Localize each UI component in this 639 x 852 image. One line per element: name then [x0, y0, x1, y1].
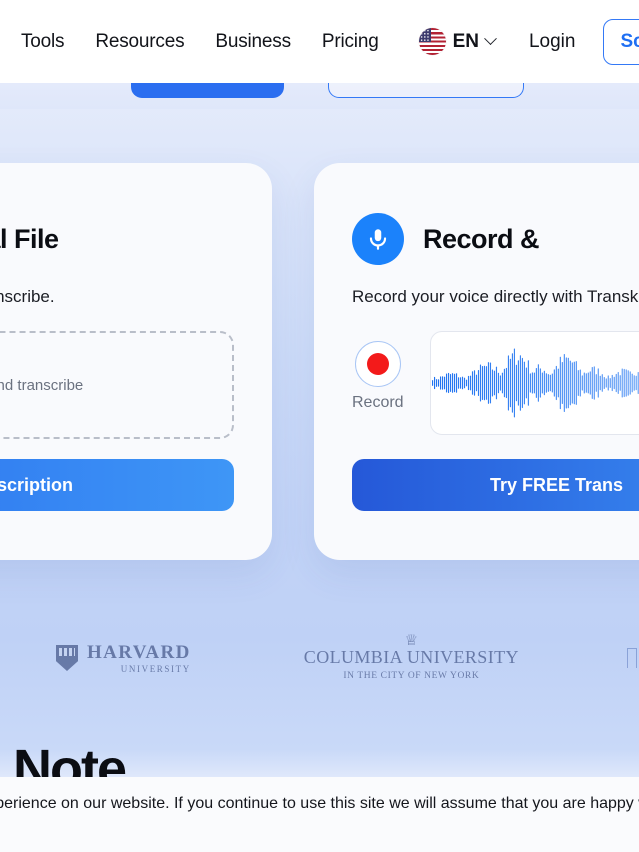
nav-pricing[interactable]: Pricing: [322, 31, 379, 53]
cookie-banner-text: we give you the best experience on our w…: [0, 795, 639, 812]
record-dot-icon: [366, 353, 389, 375]
record-transcribe-card[interactable]: Record & Record your voice directly with…: [314, 163, 639, 560]
chevron-down-icon: [484, 32, 497, 46]
upload-local-file-card[interactable]: e a Local File your local device to tran…: [0, 163, 272, 560]
record-card-title: Record &: [423, 223, 540, 254]
record-button-group: Record: [352, 331, 404, 412]
nav-business[interactable]: Business: [215, 31, 291, 53]
login-link[interactable]: Login: [529, 31, 576, 53]
harvard-shield-icon: [56, 645, 78, 671]
feature-cards: e a Local File your local device to tran…: [0, 163, 639, 560]
upload-card-title: e a Local File: [0, 223, 59, 254]
columbia-crown-icon: ♕: [404, 632, 419, 649]
kpmg-logo: KP: [626, 647, 639, 669]
language-selector[interactable]: EN: [418, 28, 497, 55]
columbia-logo: ♕ COLUMBIA UNIVERSITY IN THE CITY OF NEW…: [303, 632, 519, 681]
record-card-header: Record &: [352, 213, 639, 265]
nav-resources[interactable]: Resources: [95, 31, 184, 53]
harvard-logo-main: HARVARD: [87, 641, 191, 663]
columbia-logo-sub: IN THE CITY OF NEW YORK: [343, 671, 480, 681]
main-navigation: Tools Resources Business Pricing: [0, 31, 379, 53]
schedule-demo-button[interactable]: Sch: [603, 18, 639, 65]
kpmg-bars-icon: [626, 647, 639, 668]
harvard-logo: HARVARD UNIVERSITY: [56, 643, 191, 674]
record-card-cta-button[interactable]: Try FREE Trans: [352, 459, 639, 511]
upload-card-header: e a Local File: [0, 213, 234, 265]
nav-tools[interactable]: Tools: [21, 31, 65, 53]
record-card-subtitle: Record your voice directly with Transk: [352, 287, 639, 306]
cookie-banner: we give you the best experience on our w…: [0, 777, 639, 852]
audio-waveform: [429, 331, 639, 435]
page-root: e a Local File your local device to tran…: [0, 0, 639, 852]
site-header: Tools Resources Business Pricing EN Logi…: [0, 0, 639, 83]
record-button-label: Record: [352, 394, 404, 411]
columbia-logo-main: COLUMBIA UNIVERSITY: [303, 647, 519, 667]
language-code: EN: [452, 30, 479, 52]
record-button[interactable]: [354, 341, 401, 387]
us-flag-icon: [418, 28, 446, 55]
harvard-logo-sub: UNIVERSITY: [120, 663, 191, 674]
file-dropzone[interactable]: d and transcribe: [0, 331, 234, 439]
record-controls-row: Record: [352, 331, 639, 435]
trusted-by-logos: HARVARD UNIVERSITY ♕ COLUMBIA UNIVERSITY…: [0, 630, 639, 686]
upload-card-cta-button[interactable]: nscription: [0, 459, 234, 511]
microphone-icon: [352, 213, 404, 265]
upload-card-subtitle: your local device to transcribe.: [0, 287, 55, 306]
